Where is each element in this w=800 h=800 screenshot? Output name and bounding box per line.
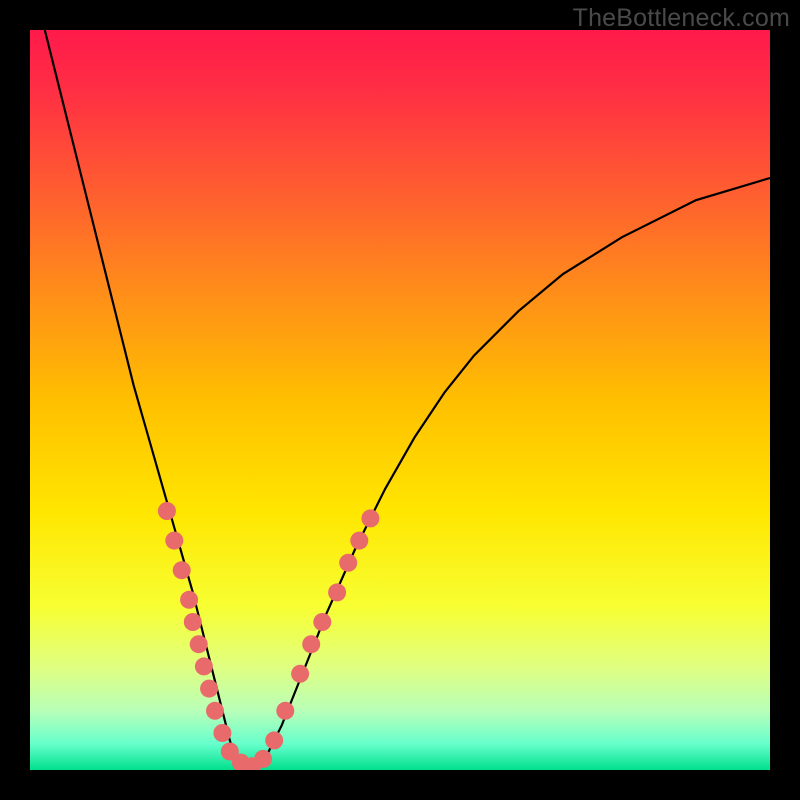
data-point bbox=[291, 665, 309, 683]
data-point bbox=[350, 532, 368, 550]
data-point bbox=[206, 702, 224, 720]
data-point bbox=[184, 613, 202, 631]
watermark-text: TheBottleneck.com bbox=[573, 4, 790, 33]
data-point bbox=[265, 731, 283, 749]
data-point bbox=[165, 532, 183, 550]
data-point bbox=[200, 680, 218, 698]
data-point bbox=[361, 509, 379, 527]
data-point bbox=[328, 583, 346, 601]
plot-area bbox=[30, 30, 770, 770]
data-point bbox=[276, 702, 294, 720]
data-point bbox=[313, 613, 331, 631]
bottleneck-curve bbox=[30, 30, 770, 770]
data-point bbox=[302, 635, 320, 653]
data-point bbox=[190, 635, 208, 653]
data-point bbox=[173, 561, 191, 579]
data-point bbox=[158, 502, 176, 520]
data-point bbox=[213, 724, 231, 742]
data-point bbox=[339, 554, 357, 572]
data-point bbox=[254, 750, 272, 768]
data-point bbox=[195, 657, 213, 675]
data-point bbox=[180, 591, 198, 609]
